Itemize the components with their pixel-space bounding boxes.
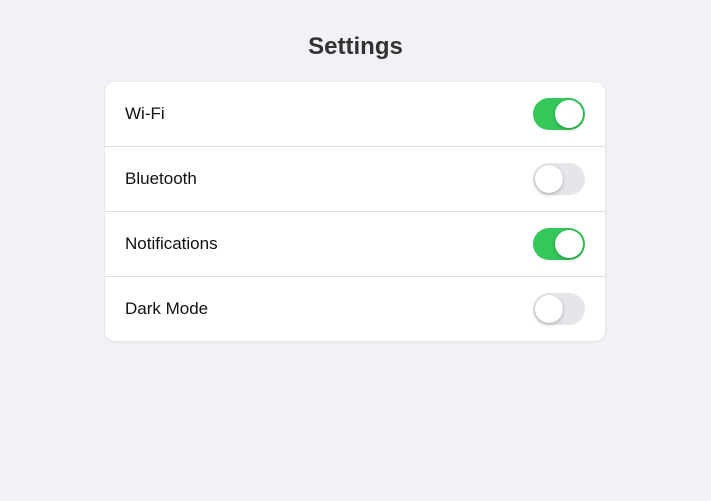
setting-label-notifications: Notifications [125, 234, 218, 253]
setting-row-dark-mode: Dark Mode [105, 277, 605, 341]
toggle-knob [555, 100, 583, 128]
setting-label-wifi: Wi-Fi [125, 104, 165, 123]
setting-row-notifications: Notifications [105, 212, 605, 277]
setting-label-dark-mode: Dark Mode [125, 299, 209, 318]
toggle-knob [535, 295, 563, 323]
setting-row-wifi: Wi-Fi [105, 82, 605, 147]
settings-list: Wi-Fi Bluetooth Notifications Dark Mode [105, 82, 605, 341]
toggle-knob [555, 230, 583, 258]
notifications-toggle[interactable] [533, 228, 585, 260]
setting-label-bluetooth: Bluetooth [125, 169, 197, 188]
toggle-knob [535, 165, 563, 193]
setting-row-bluetooth: Bluetooth [105, 147, 605, 212]
page-title: Settings [308, 33, 403, 60]
wifi-toggle[interactable] [533, 98, 585, 130]
bluetooth-toggle[interactable] [533, 163, 585, 195]
settings-page: Settings Wi-Fi Bluetooth Notifications D… [0, 0, 711, 501]
dark-mode-toggle[interactable] [533, 293, 585, 325]
